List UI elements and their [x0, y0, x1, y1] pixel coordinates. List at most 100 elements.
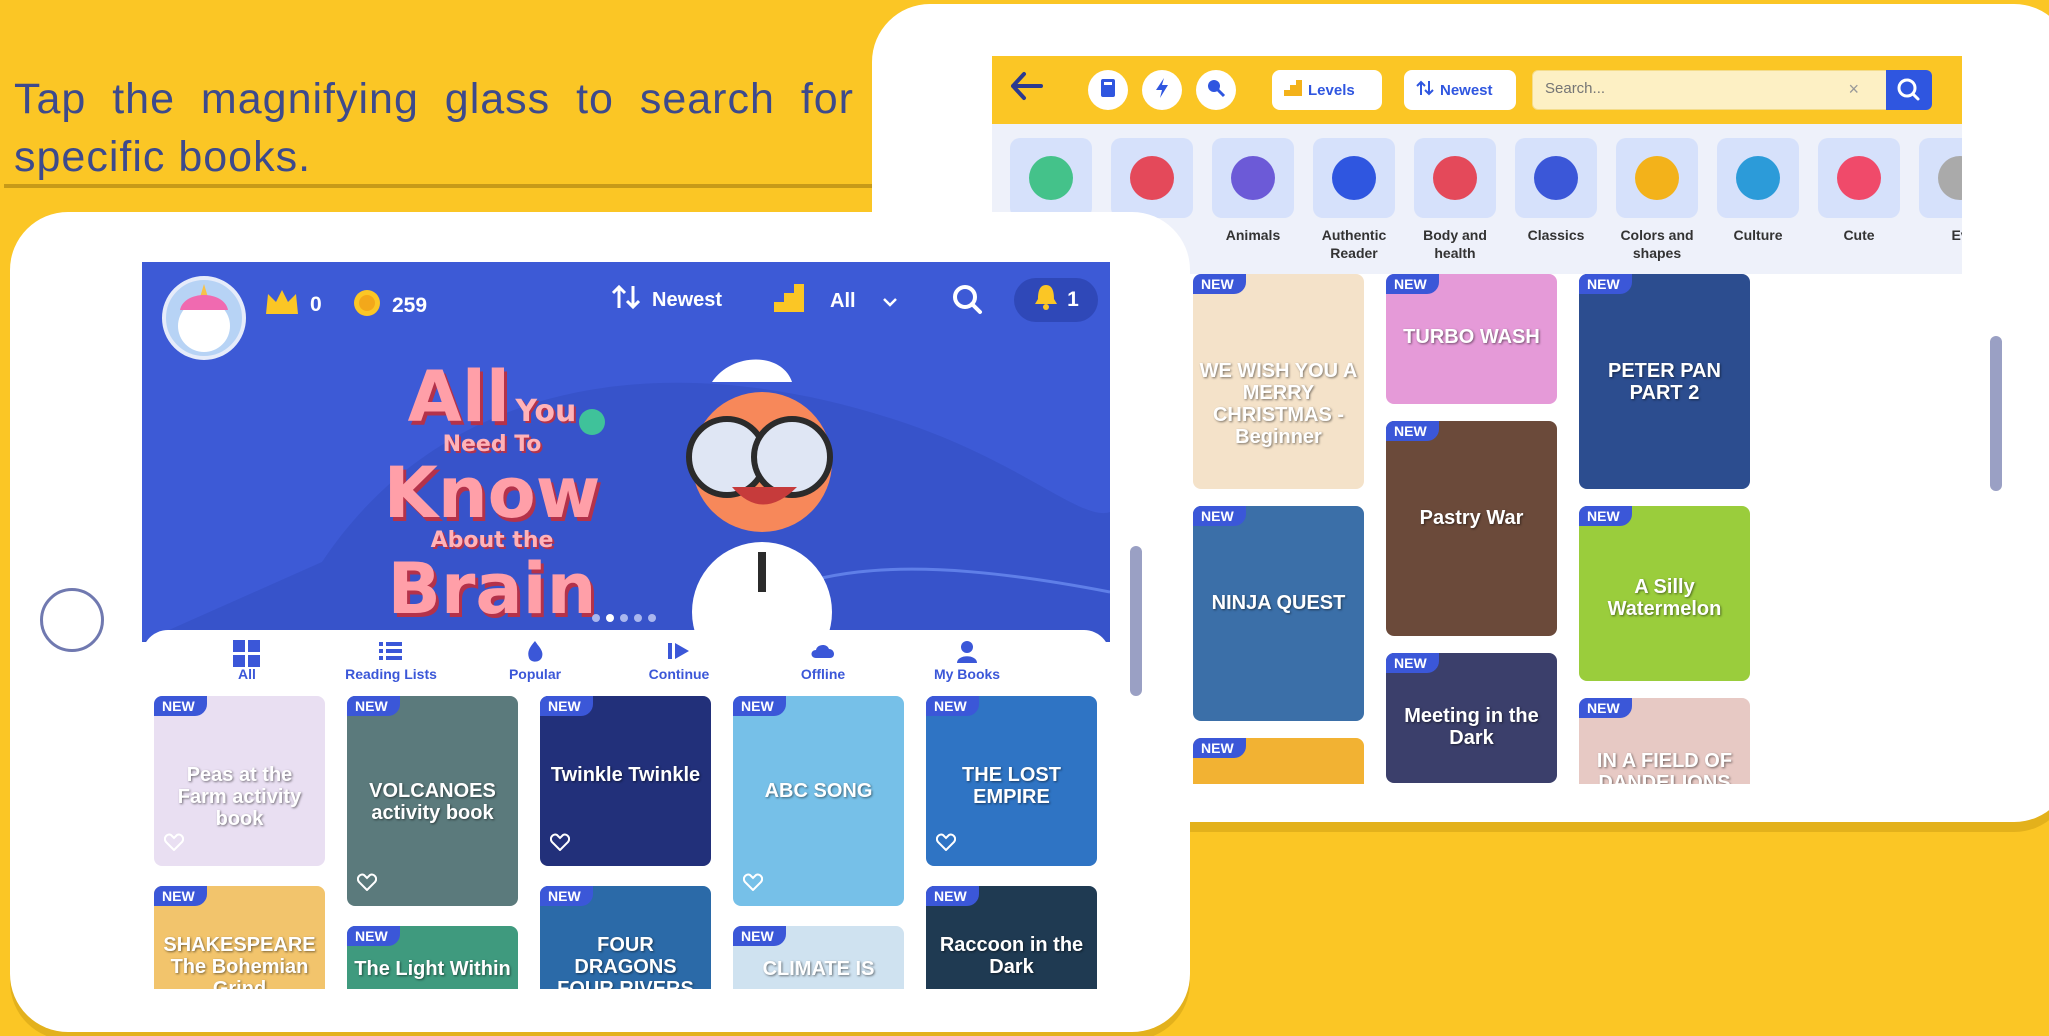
person-icon: [912, 640, 1022, 666]
book-card[interactable]: NEW WE WISH YOU A MERRY CHRISTMAS - Begin…: [1193, 274, 1364, 489]
chevron-down-icon: [882, 290, 898, 313]
category-item[interactable]: Classics: [1515, 138, 1597, 244]
category-label: Authentic Reader: [1321, 227, 1387, 261]
heart-icon[interactable]: [742, 873, 764, 896]
levels-filter-button[interactable]: Levels: [1272, 70, 1382, 110]
tab-label: My Books: [933, 666, 1001, 682]
book-card[interactable]: NEW Raccoon in the Dark: [926, 886, 1097, 989]
book-card[interactable]: NEW VOLCANOES activity book: [347, 696, 518, 906]
book-filter-button[interactable]: [1088, 70, 1128, 110]
book-card[interactable]: NEW A Silly Watermelon: [1579, 506, 1750, 681]
character-filter-button[interactable]: [1196, 70, 1236, 110]
tab-continue[interactable]: Continue: [624, 640, 734, 682]
book-title: THE LOST EMPIRE: [962, 764, 1061, 808]
professor-illustration: [686, 359, 833, 642]
left-tablet-side-button: [1130, 546, 1142, 696]
book-card[interactable]: NEW Twinkle Twinkle: [540, 696, 711, 866]
heart-icon[interactable]: [549, 833, 571, 856]
category-label: Cute: [1843, 227, 1875, 243]
category-tile-icon: [1010, 138, 1092, 218]
book-card[interactable]: NEW IN A FIELD OF DANDELIONS: [1579, 698, 1750, 784]
coins-count: 259: [392, 294, 428, 317]
carousel-dot[interactable]: [592, 614, 600, 622]
book-card[interactable]: NEW Meeting in the Dark: [1386, 653, 1557, 783]
book-card[interactable]: NEW ABC SONG: [733, 696, 904, 906]
new-badge: NEW: [1579, 506, 1632, 526]
carousel-dots[interactable]: [592, 614, 656, 622]
book-card[interactable]: NEWA YUMMY: [1193, 738, 1364, 784]
flame-icon: [480, 640, 590, 666]
book-card[interactable]: NEW The Light Within: [347, 926, 518, 989]
category-item[interactable]: Authentic Reader: [1313, 138, 1395, 262]
library-header: 0 259 Newest All 1: [142, 262, 1110, 360]
notifications-count: 1: [1067, 288, 1079, 311]
carousel-dot[interactable]: [634, 614, 642, 622]
category-tile-icon: [1818, 138, 1900, 218]
hero-title: All You Need To Know About the Brain: [342, 362, 642, 624]
book-card[interactable]: NEW SHAKESPEARE The Bohemian Grind: [154, 886, 325, 989]
avatar[interactable]: [162, 276, 246, 360]
book-card[interactable]: NEW NINJA QUEST: [1193, 506, 1364, 721]
category-item[interactable]: Cute: [1818, 138, 1900, 244]
heart-icon[interactable]: [356, 873, 378, 896]
category-label: Ev: [1951, 227, 1962, 243]
sort-label: Newest: [652, 288, 723, 311]
tab-all[interactable]: All: [192, 640, 302, 682]
level-selector[interactable]: All: [774, 284, 898, 318]
tab-popular[interactable]: Popular: [480, 640, 590, 682]
category-item[interactable]: Body and health: [1414, 138, 1496, 262]
carousel-dot[interactable]: [648, 614, 656, 622]
tab-label: Offline: [800, 666, 846, 682]
carousel-dot-active[interactable]: [606, 614, 614, 622]
search-input[interactable]: [1543, 79, 1847, 98]
search-button[interactable]: [950, 282, 986, 318]
category-item[interactable]: Culture: [1717, 138, 1799, 244]
notifications-button[interactable]: 1: [1014, 278, 1098, 322]
book-card[interactable]: NEW THE LOST EMPIRE: [926, 696, 1097, 866]
home-button[interactable]: [40, 588, 104, 652]
book-title: Meeting in the Dark: [1404, 705, 1539, 749]
book-card[interactable]: NEW TURBO WASH: [1386, 274, 1557, 404]
category-item[interactable]: Animals: [1212, 138, 1294, 244]
book-card[interactable]: NEW Peas at the Farm activity book: [154, 696, 325, 866]
category-tile-icon: [1313, 138, 1395, 218]
category-label: Colors and shapes: [1620, 227, 1694, 261]
back-arrow-icon[interactable]: [1010, 68, 1044, 111]
clear-search-icon[interactable]: ×: [1848, 79, 1859, 100]
level-label: All: [830, 289, 856, 312]
book-title: Peas at the Farm activity book: [177, 764, 302, 830]
grid-icon: [192, 640, 302, 667]
heart-icon[interactable]: [163, 833, 185, 856]
book-title: Twinkle Twinkle: [550, 764, 701, 786]
library-screen: 0 259 Newest All 1 All You Need To Know …: [142, 262, 1110, 989]
category-label: Body and health: [1423, 227, 1487, 261]
book-card[interactable]: NEW FOUR DRAGONS FOUR RIVERS: [540, 886, 711, 989]
book-card[interactable]: NEW Pastry War: [1386, 421, 1557, 636]
new-badge: NEW: [733, 926, 786, 946]
library-tabs: All Reading Lists Popular Continue Offline My…: [142, 630, 1110, 700]
new-badge: NEW: [1193, 738, 1246, 758]
tab-my-books[interactable]: My Books: [912, 640, 1022, 682]
tab-offline[interactable]: Offline: [768, 640, 878, 682]
book-card[interactable]: NEW CLIMATE IS: [733, 926, 904, 989]
heart-icon[interactable]: [935, 833, 957, 856]
search-submit-button[interactable]: [1886, 70, 1932, 110]
callout-line: [4, 184, 984, 188]
carousel-dot[interactable]: [620, 614, 628, 622]
tab-label: All: [238, 666, 256, 682]
tab-label: Continue: [648, 666, 710, 682]
right-tablet-side-button: [1990, 336, 2002, 491]
category-tile-icon: [1616, 138, 1698, 218]
new-badge: NEW: [347, 926, 400, 946]
sort-newest-button[interactable]: Newest: [1404, 70, 1516, 110]
tab-reading-lists[interactable]: Reading Lists: [336, 640, 446, 682]
category-item[interactable]: Colors and shapes: [1616, 138, 1698, 262]
book-card[interactable]: NEW PETER PAN PART 2: [1579, 274, 1750, 489]
lightning-filter-button[interactable]: [1142, 70, 1182, 110]
sort-newest-button[interactable]: Newest: [611, 284, 723, 316]
category-item[interactable]: Ev: [1919, 138, 1962, 244]
category-label: Classics: [1527, 227, 1585, 243]
category-tile-icon: [1111, 138, 1193, 218]
hero-line-know: Know: [383, 452, 601, 534]
book-title: SHAKESPEARE The Bohemian Grind: [163, 934, 316, 989]
